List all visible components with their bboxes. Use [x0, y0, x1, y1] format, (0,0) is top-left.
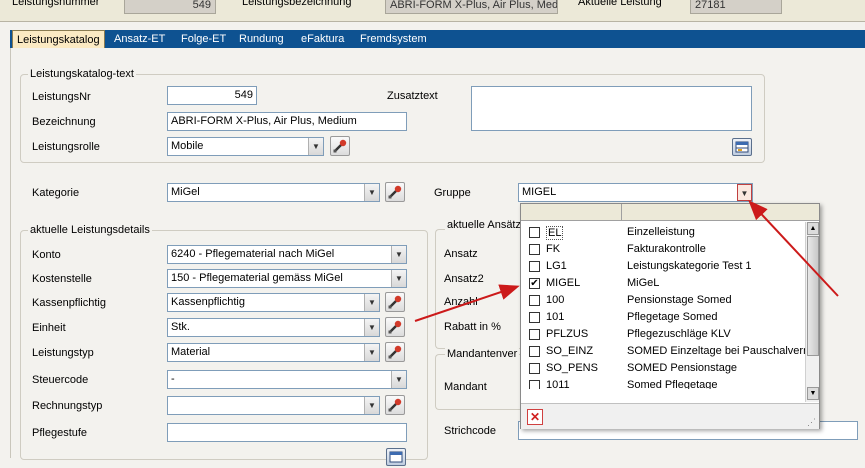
annotation-arrows	[414, 200, 839, 322]
arrow-to-migel-item	[414, 284, 520, 322]
arrow-to-gruppe-dropdown	[748, 200, 839, 297]
